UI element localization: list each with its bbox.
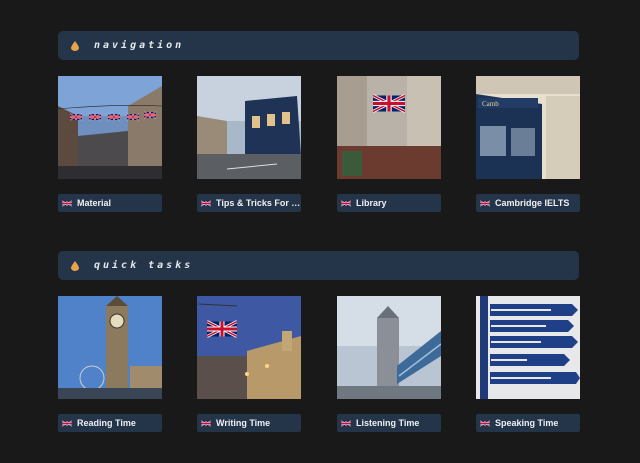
street-flags-icon xyxy=(58,76,162,179)
section-title: navigation xyxy=(94,40,185,51)
card-label[interactable]: Reading Time xyxy=(58,414,162,432)
card-library[interactable]: Library xyxy=(337,76,441,212)
card-label[interactable]: Speaking Time xyxy=(476,414,580,432)
card-label[interactable]: Library xyxy=(337,194,441,212)
big-union-flag-icon xyxy=(337,76,441,179)
uk-flag-icon xyxy=(201,419,211,427)
card-tips-tricks[interactable]: Tips & Tricks For Y... xyxy=(197,76,301,212)
bookshop-front-icon: Camb xyxy=(476,76,580,179)
card-label-text: Library xyxy=(356,198,387,208)
big-ben-icon xyxy=(58,296,162,399)
flag-dusk-icon xyxy=(197,296,301,399)
uk-flag-icon xyxy=(62,419,72,427)
card-label-text: Cambridge IELTS xyxy=(495,198,570,208)
uk-flag-icon xyxy=(480,419,490,427)
tower-bridge-icon xyxy=(337,296,441,399)
card-label[interactable]: Listening Time xyxy=(337,414,441,432)
card-speaking-time[interactable]: Speaking Time xyxy=(476,296,580,432)
card-reading-time[interactable]: Reading Time xyxy=(58,296,162,432)
card-label[interactable]: Cambridge IELTS xyxy=(476,194,580,212)
signpost-icon xyxy=(476,296,580,399)
card-label-text: Material xyxy=(77,198,112,208)
card-label-text: Reading Time xyxy=(77,418,136,428)
card-label[interactable]: Material xyxy=(58,194,162,212)
card-label[interactable]: Writing Time xyxy=(197,414,301,432)
section-header-quick-tasks: quick tasks xyxy=(58,251,579,280)
uk-flag-icon xyxy=(62,199,72,207)
uk-flag-icon xyxy=(341,199,351,207)
card-label-text: Writing Time xyxy=(216,418,271,428)
droplet-icon xyxy=(70,260,80,271)
svg-text:Camb: Camb xyxy=(482,100,499,108)
droplet-icon xyxy=(70,40,80,51)
card-label-text: Tips & Tricks For Y... xyxy=(216,198,301,208)
card-label[interactable]: Tips & Tricks For Y... xyxy=(197,194,301,212)
card-cambridge-ielts[interactable]: Camb Cambridge IELTS xyxy=(476,76,580,212)
card-material[interactable]: Material xyxy=(58,76,162,212)
uk-flag-icon xyxy=(201,199,211,207)
card-label-text: Speaking Time xyxy=(495,418,559,428)
pub-corner-icon xyxy=(197,76,301,179)
card-label-text: Listening Time xyxy=(356,418,420,428)
uk-flag-icon xyxy=(480,199,490,207)
uk-flag-icon xyxy=(341,419,351,427)
section-header-navigation: navigation xyxy=(58,31,579,60)
section-title: quick tasks xyxy=(94,260,194,271)
card-listening-time[interactable]: Listening Time xyxy=(337,296,441,432)
card-writing-time[interactable]: Writing Time xyxy=(197,296,301,432)
